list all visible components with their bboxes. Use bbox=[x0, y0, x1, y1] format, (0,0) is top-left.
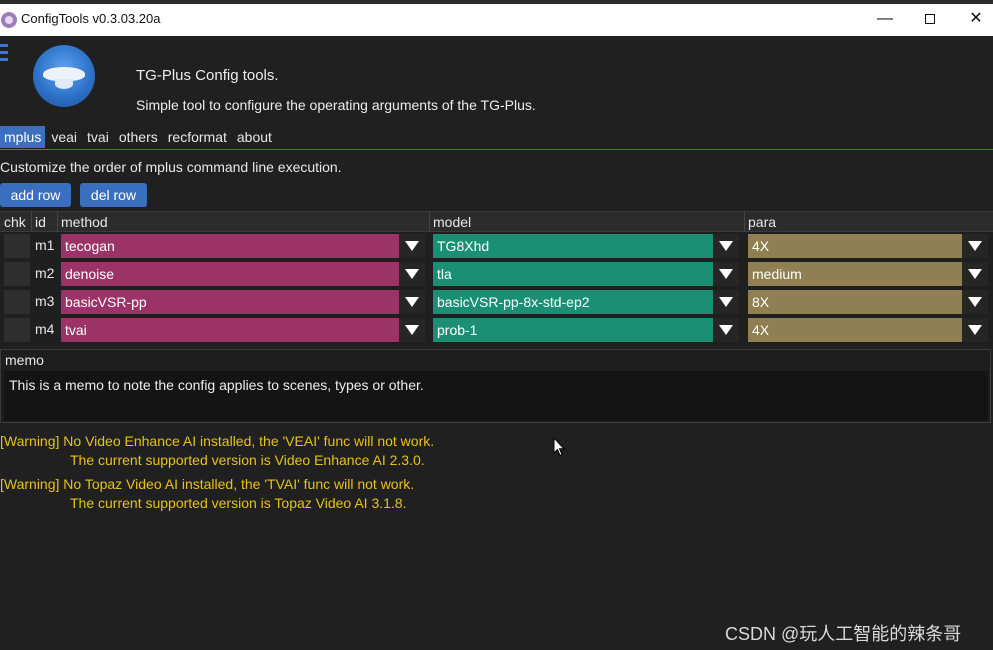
model-select[interactable]: prob-1 bbox=[433, 318, 741, 342]
para-select[interactable]: 4X bbox=[748, 318, 990, 342]
del-row-button[interactable]: del row bbox=[80, 183, 147, 207]
menu-icon[interactable] bbox=[0, 44, 8, 65]
add-row-button[interactable]: add row bbox=[0, 183, 71, 207]
table-row: m1 tecogan TG8Xhd 4X bbox=[0, 232, 993, 260]
tab-others[interactable]: others bbox=[115, 126, 162, 148]
method-select[interactable]: denoise bbox=[61, 262, 427, 286]
method-value: denoise bbox=[61, 262, 399, 286]
tab-bar: mplus veai tvai others recformat about bbox=[0, 126, 278, 148]
tab-underline bbox=[0, 149, 993, 150]
model-select[interactable]: tla bbox=[433, 262, 741, 286]
table-row: m3 basicVSR-pp basicVSR-pp-8x-std-ep2 8X bbox=[0, 288, 993, 316]
row-id: m3 bbox=[35, 293, 55, 309]
para-select[interactable]: 8X bbox=[748, 290, 990, 314]
title-bar: ConfigTools v0.3.03.20a — ✕ bbox=[0, 0, 993, 36]
dropdown-arrow-icon[interactable] bbox=[399, 234, 425, 258]
row-checkbox[interactable] bbox=[4, 262, 30, 286]
tab-tvai[interactable]: tvai bbox=[83, 126, 113, 148]
row-checkbox[interactable] bbox=[4, 318, 30, 342]
method-value: tecogan bbox=[61, 234, 399, 258]
header-description: Simple tool to configure the operating a… bbox=[136, 97, 536, 113]
para-value: medium bbox=[748, 262, 962, 286]
warning-veai-version: The current supported version is Video E… bbox=[70, 452, 425, 468]
column-chk: chk bbox=[4, 214, 26, 230]
tab-about[interactable]: about bbox=[233, 126, 276, 148]
memo-label: memo bbox=[5, 352, 44, 368]
row-id: m1 bbox=[35, 237, 55, 253]
model-value: TG8Xhd bbox=[433, 234, 713, 258]
row-id: m2 bbox=[35, 265, 55, 281]
model-select[interactable]: basicVSR-pp-8x-std-ep2 bbox=[433, 290, 741, 314]
tab-mplus[interactable]: mplus bbox=[0, 126, 46, 148]
dropdown-arrow-icon[interactable] bbox=[962, 290, 988, 314]
model-value: prob-1 bbox=[433, 318, 713, 342]
dropdown-arrow-icon[interactable] bbox=[713, 262, 739, 286]
model-value: tla bbox=[433, 262, 713, 286]
dropdown-arrow-icon[interactable] bbox=[713, 234, 739, 258]
logo-icon bbox=[33, 45, 95, 107]
dropdown-arrow-icon[interactable] bbox=[399, 262, 425, 286]
para-value: 8X bbox=[748, 290, 962, 314]
table-row: m4 tvai prob-1 4X bbox=[0, 316, 993, 344]
close-button[interactable]: ✕ bbox=[953, 4, 993, 36]
table-row: m2 denoise tla medium bbox=[0, 260, 993, 288]
method-select[interactable]: tecogan bbox=[61, 234, 427, 258]
watermark-text: CSDN @玩人工智能的辣条哥 bbox=[725, 624, 962, 644]
row-checkbox[interactable] bbox=[4, 290, 30, 314]
method-value: basicVSR-pp bbox=[61, 290, 399, 314]
method-value: tvai bbox=[61, 318, 399, 342]
column-model: model bbox=[433, 214, 472, 230]
dropdown-arrow-icon[interactable] bbox=[962, 234, 988, 258]
tab-veai[interactable]: veai bbox=[47, 126, 81, 148]
method-select[interactable]: basicVSR-pp bbox=[61, 290, 427, 314]
dropdown-arrow-icon[interactable] bbox=[399, 318, 425, 342]
warning-tvai: [Warning] No Topaz Video AI installed, t… bbox=[0, 476, 415, 492]
maximize-button[interactable] bbox=[907, 4, 953, 36]
dropdown-arrow-icon[interactable] bbox=[713, 290, 739, 314]
para-value: 4X bbox=[748, 318, 962, 342]
para-select[interactable]: 4X bbox=[748, 234, 990, 258]
model-value: basicVSR-pp-8x-std-ep2 bbox=[433, 290, 713, 314]
header-title: TG-Plus Config tools. bbox=[136, 67, 279, 84]
memo-text: This is a memo to note the config applie… bbox=[9, 377, 424, 393]
maximize-icon bbox=[925, 13, 935, 24]
dropdown-arrow-icon[interactable] bbox=[962, 318, 988, 342]
app-icon bbox=[1, 12, 17, 28]
tab-recformat[interactable]: recformat bbox=[164, 126, 231, 148]
row-checkbox[interactable] bbox=[4, 234, 30, 258]
dropdown-arrow-icon[interactable] bbox=[962, 262, 988, 286]
model-select[interactable]: TG8Xhd bbox=[433, 234, 741, 258]
warning-veai: [Warning] No Video Enhance AI installed,… bbox=[0, 433, 435, 449]
para-value: 4X bbox=[748, 234, 962, 258]
method-select[interactable]: tvai bbox=[61, 318, 427, 342]
minimize-button[interactable]: — bbox=[862, 4, 908, 36]
row-id: m4 bbox=[35, 321, 55, 337]
window-title: ConfigTools v0.3.03.20a bbox=[21, 11, 161, 26]
column-id: id bbox=[35, 214, 46, 230]
dropdown-arrow-icon[interactable] bbox=[399, 290, 425, 314]
warning-tvai-version: The current supported version is Topaz V… bbox=[70, 495, 407, 511]
para-select[interactable]: medium bbox=[748, 262, 990, 286]
dropdown-arrow-icon[interactable] bbox=[713, 318, 739, 342]
table-header: chk id method model para bbox=[0, 211, 993, 232]
column-para: para bbox=[748, 214, 777, 230]
column-method: method bbox=[61, 214, 108, 230]
instruction-text: Customize the order of mplus command lin… bbox=[0, 159, 342, 175]
